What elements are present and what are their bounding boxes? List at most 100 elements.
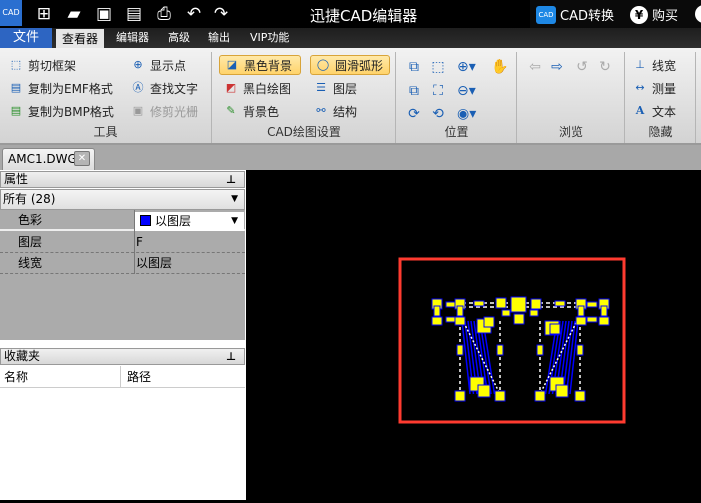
- drawing-entity: [534, 390, 546, 402]
- document-tab[interactable]: AMC1.DWG ✕: [2, 148, 95, 170]
- tab-output[interactable]: 输出: [202, 28, 236, 48]
- column-path[interactable]: 路径: [120, 366, 151, 388]
- copy-emf-button[interactable]: ▤ 复制为EMF格式: [8, 78, 113, 98]
- group-label: 位置: [444, 125, 469, 139]
- open-icon[interactable]: ▰: [63, 4, 85, 24]
- redo-icon[interactable]: ↷: [210, 4, 232, 24]
- pin-icon[interactable]: ⊥: [226, 172, 236, 187]
- drawing-canvas[interactable]: [248, 170, 701, 500]
- drawing-entity: [600, 305, 608, 317]
- pan-hand-icon[interactable]: ✋: [491, 58, 509, 76]
- group-tools: ⬚ 剪切框架 ▤ 复制为EMF格式 ▤ 复制为BMP格式 ⊕ 显示点 Ⓐ 查找文字 ▣ 修剪…: [0, 52, 212, 143]
- zoom-extents-icon[interactable]: ⟲: [429, 105, 447, 123]
- chevron-down-icon: ▼: [231, 216, 238, 226]
- drawing-entity: [495, 297, 507, 309]
- copy-view-icon[interactable]: ⧉: [405, 82, 423, 100]
- label: 黑白绘图: [243, 81, 292, 96]
- group-cad-settings: ◪ 黑色背景 ◩ 黑白绘图 ✎ 背景色 ◯ 圆滑弧形 ☰ 图层 ⚯ 结构 CAD绘图设置: [213, 52, 396, 143]
- clip-frame-icon: ⬚: [10, 58, 22, 71]
- document-tab-strip: AMC1.DWG ✕: [0, 145, 701, 170]
- bmp-icon: ▤: [10, 104, 22, 117]
- crosshair-icon: ⊕: [133, 58, 143, 71]
- measure-button[interactable]: ↔ 测量: [632, 78, 676, 98]
- property-value: F: [136, 235, 143, 249]
- filter-value: 所有 (28): [3, 192, 56, 206]
- text-button[interactable]: A 文本: [632, 101, 676, 121]
- rotate-right-icon[interactable]: ↻: [596, 58, 614, 76]
- group-label: CAD绘图设置: [267, 125, 341, 139]
- save-icon[interactable]: ▣: [93, 4, 115, 24]
- layers-button[interactable]: ☰ 图层: [313, 78, 357, 98]
- color-select[interactable]: 以图层 ▼: [134, 212, 244, 231]
- drawing-entity: [555, 384, 569, 398]
- close-icon[interactable]: ✕: [74, 151, 90, 166]
- label: 背景色: [243, 104, 280, 119]
- zoom-out-icon[interactable]: ⊖▾: [457, 82, 476, 100]
- property-row[interactable]: 图层 F: [0, 232, 245, 253]
- zoom-in-icon[interactable]: ⊕▾: [457, 58, 476, 76]
- show-points-button[interactable]: ⊕ 显示点: [130, 55, 186, 75]
- rotate-left-icon[interactable]: ↺: [573, 58, 591, 76]
- print-icon[interactable]: ⎙: [153, 4, 175, 24]
- group-browse: ⇦ ⇨ ↺ ↻ 浏览: [518, 52, 625, 143]
- drawing-entity: [530, 298, 542, 310]
- property-row[interactable]: 色彩 以图层 ▼: [0, 210, 245, 231]
- cad-convert-button[interactable]: CAD CAD转换: [536, 5, 614, 24]
- structure-button[interactable]: ⚯ 结构: [313, 101, 357, 121]
- copy-bmp-button[interactable]: ▤ 复制为BMP格式: [8, 101, 114, 121]
- column-divider: [134, 210, 135, 274]
- fullscreen-icon[interactable]: ⛶: [429, 82, 447, 100]
- black-white-button[interactable]: ◩ 黑白绘图: [223, 78, 291, 98]
- smooth-arc-button[interactable]: ◯ 圆滑弧形: [310, 55, 390, 75]
- drawing-entity: [513, 313, 525, 325]
- buy-button[interactable]: ¥ 购买: [630, 5, 678, 24]
- yen-icon: ¥: [630, 5, 648, 24]
- tab-vip[interactable]: VIP功能: [244, 28, 295, 48]
- favorites-header: 收藏夹 ⊥: [0, 348, 245, 365]
- user-icon[interactable]: [695, 5, 701, 23]
- text-icon: A: [635, 104, 645, 117]
- pin-icon[interactable]: ⊥: [226, 349, 236, 364]
- rotate-icon[interactable]: ⟳: [405, 105, 423, 123]
- tab-editor[interactable]: 编辑器: [110, 28, 155, 48]
- line-width-icon: ⊥: [635, 58, 645, 71]
- measure-icon: ↔: [635, 81, 645, 94]
- black-background-icon: ◪: [226, 58, 238, 71]
- forward-arrow-icon[interactable]: ⇨: [548, 58, 566, 76]
- label: 复制为EMF格式: [28, 81, 113, 96]
- menu-file[interactable]: 文件: [0, 28, 52, 48]
- tab-advanced[interactable]: 高级: [162, 28, 196, 48]
- properties-filter-select[interactable]: 所有 (28) ▼: [0, 189, 245, 210]
- black-background-button[interactable]: ◪ 黑色背景: [219, 55, 301, 75]
- label: 图层: [333, 81, 358, 96]
- black-white-icon: ◩: [225, 81, 237, 94]
- find-text-button[interactable]: Ⓐ 查找文字: [130, 78, 199, 98]
- properties-title: 属性: [4, 172, 29, 186]
- cad-drawing: [398, 257, 626, 424]
- view-3d-icon[interactable]: ◉▾: [457, 105, 476, 123]
- favorites-title: 收藏夹: [4, 349, 41, 363]
- drawing-entity: [433, 305, 441, 317]
- back-arrow-icon[interactable]: ⇦: [526, 58, 544, 76]
- drawing-entity: [554, 300, 566, 307]
- background-color-button[interactable]: ✎ 背景色: [223, 101, 279, 121]
- label: 剪切框架: [28, 58, 77, 73]
- column-name[interactable]: 名称: [4, 366, 28, 388]
- fit-icon[interactable]: ⧉: [405, 58, 423, 76]
- property-row[interactable]: 线宽 以图层: [0, 253, 245, 274]
- group-position: ⧉ ⬚ ⊕▾ ✋ ⧉ ⛶ ⊖▾ ⟳ ⟲ ◉▾ 位置: [397, 52, 517, 143]
- clip-frame-button[interactable]: ⬚ 剪切框架: [8, 55, 76, 75]
- label: 查找文字: [150, 81, 199, 96]
- undo-icon[interactable]: ↶: [183, 4, 205, 24]
- zoom-window-icon[interactable]: ⬚: [429, 58, 447, 76]
- structure-icon: ⚯: [316, 104, 326, 117]
- drawing-entity: [456, 305, 464, 317]
- property-value: 以图层: [136, 256, 173, 270]
- save-pdf-icon[interactable]: ▤: [123, 4, 145, 24]
- new-icon[interactable]: ⊞: [33, 4, 55, 24]
- tab-viewer[interactable]: 查看器: [56, 29, 105, 48]
- property-value: 以图层: [155, 214, 192, 228]
- label: 圆滑弧形: [335, 58, 384, 73]
- line-width-button[interactable]: ⊥ 线宽: [632, 55, 676, 75]
- trim-raster-button[interactable]: ▣ 修剪光栅: [130, 101, 198, 121]
